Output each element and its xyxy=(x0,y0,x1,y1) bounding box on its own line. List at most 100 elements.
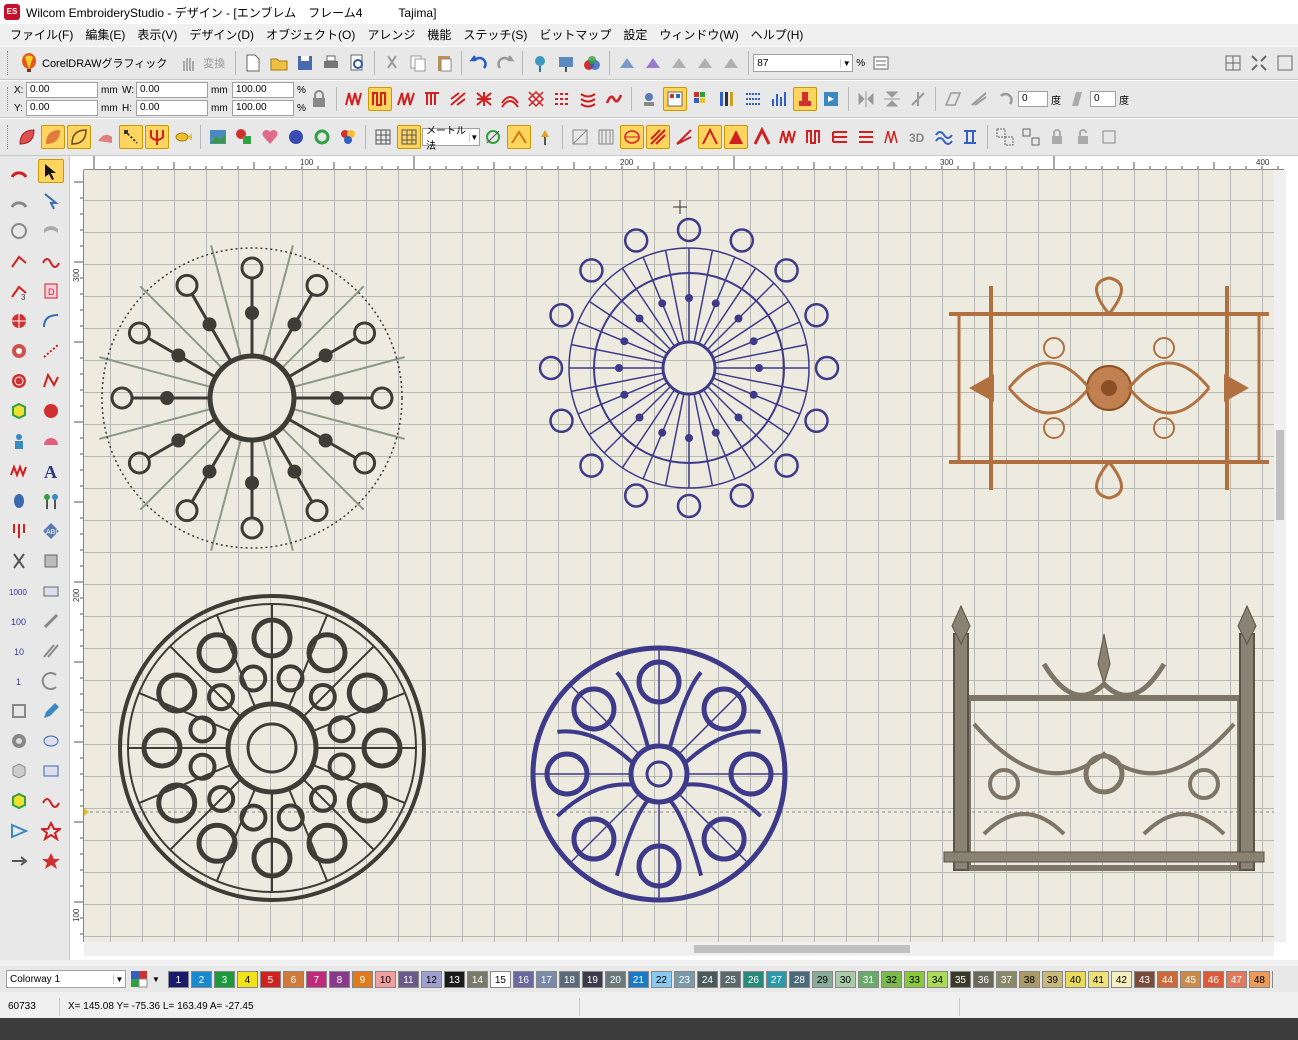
leaf-shape-icon[interactable] xyxy=(15,125,39,149)
color-swatch[interactable]: 15 xyxy=(489,970,511,988)
skew-icon[interactable] xyxy=(941,87,965,111)
embroidery-design-area[interactable] xyxy=(84,170,1274,942)
color-swatch[interactable]: 34 xyxy=(926,970,948,988)
sequence-icon[interactable] xyxy=(741,87,765,111)
window-full-icon[interactable] xyxy=(1273,51,1297,75)
arc-tool-icon[interactable] xyxy=(6,159,32,183)
color-swatch[interactable]: 27 xyxy=(765,970,787,988)
color-swatch[interactable]: 21 xyxy=(627,970,649,988)
toolbar-grip[interactable] xyxy=(7,125,11,149)
color-swatch[interactable]: 19 xyxy=(581,970,603,988)
circle-tool-icon[interactable] xyxy=(6,729,32,753)
menu-stitch[interactable]: ステッチ(S) xyxy=(457,25,533,45)
applique-icon[interactable] xyxy=(38,549,64,573)
redo-icon[interactable] xyxy=(493,51,517,75)
wave-tool-icon[interactable] xyxy=(38,249,64,273)
color-swatch[interactable]: 23 xyxy=(673,970,695,988)
dot-line-icon[interactable] xyxy=(38,339,64,363)
frame-tool-icon[interactable] xyxy=(6,699,32,723)
color-swatch[interactable]: 42 xyxy=(1110,970,1132,988)
polyline-tool-icon[interactable] xyxy=(38,369,64,393)
menu-help[interactable]: ヘルプ(H) xyxy=(745,25,810,45)
copy-icon[interactable] xyxy=(406,51,430,75)
object-props-icon[interactable] xyxy=(637,87,661,111)
color-blend-icon[interactable] xyxy=(580,51,604,75)
3d-icon[interactable]: 3D xyxy=(906,125,930,149)
stitch-player-icon[interactable] xyxy=(528,51,552,75)
triangle-tool-icon[interactable] xyxy=(6,819,32,843)
fill-pattern-2-icon[interactable] xyxy=(594,125,618,149)
medallion-navy-scrollwork[interactable] xyxy=(530,645,788,903)
color-swatch[interactable]: 35 xyxy=(949,970,971,988)
window-fit-icon[interactable] xyxy=(1247,51,1271,75)
color-swatch[interactable]: 2 xyxy=(190,970,212,988)
menu-window[interactable]: ウィンドウ(W) xyxy=(653,25,744,45)
y-field[interactable]: 0.00 xyxy=(26,100,98,116)
pencil-tool-icon[interactable] xyxy=(38,699,64,723)
grid-icon[interactable] xyxy=(371,125,395,149)
color-swatch[interactable]: 44 xyxy=(1156,970,1178,988)
color-swatch[interactable]: 22 xyxy=(650,970,672,988)
reshape-tool-icon[interactable] xyxy=(38,189,64,213)
fill-pattern-5-icon[interactable] xyxy=(672,125,696,149)
fill-pattern-8-icon[interactable] xyxy=(750,125,774,149)
color-swatch[interactable]: 40 xyxy=(1064,970,1086,988)
fill-pattern-13-icon[interactable] xyxy=(880,125,904,149)
rotate-icon[interactable] xyxy=(906,87,930,111)
group-icon[interactable] xyxy=(993,125,1017,149)
color-swatch[interactable]: 46 xyxy=(1202,970,1224,988)
ellipse-tool-icon[interactable] xyxy=(38,729,64,753)
guide-marker-icon[interactable] xyxy=(84,808,89,816)
parallel-lines-icon[interactable] xyxy=(38,639,64,663)
wave-icon[interactable] xyxy=(932,125,956,149)
fill-shape-icon[interactable] xyxy=(41,125,65,149)
medallion-dark-scrollwork[interactable] xyxy=(118,594,426,902)
catalog-icon[interactable] xyxy=(819,87,843,111)
color-swatch[interactable]: 26 xyxy=(742,970,764,988)
column-icon[interactable] xyxy=(958,125,982,149)
color-swatch[interactable]: 20 xyxy=(604,970,626,988)
stitch-pattern-5-icon[interactable] xyxy=(446,87,470,111)
grid-snap-icon[interactable] xyxy=(397,125,421,149)
x-field[interactable]: 0.00 xyxy=(26,82,98,98)
design-tool-5-icon[interactable] xyxy=(719,51,743,75)
filled-circle-icon[interactable] xyxy=(38,399,64,423)
window-tile-icon[interactable] xyxy=(1221,51,1245,75)
print-icon[interactable] xyxy=(319,51,343,75)
line-tool-icon[interactable] xyxy=(6,249,32,273)
color-swatch[interactable]: 32 xyxy=(880,970,902,988)
count-10-icon[interactable]: 10 xyxy=(6,639,32,663)
star-filled-icon[interactable] xyxy=(38,849,64,873)
color-swatch[interactable]: 30 xyxy=(834,970,856,988)
fill-pattern-9-icon[interactable] xyxy=(776,125,800,149)
rotate-ccw-icon[interactable] xyxy=(993,87,1017,111)
abc-tool-icon[interactable]: ABC xyxy=(38,519,64,543)
fork-tool-icon[interactable] xyxy=(6,519,32,543)
unlock-object-icon[interactable] xyxy=(1071,125,1095,149)
skew-2-icon[interactable] xyxy=(967,87,991,111)
save-icon[interactable] xyxy=(293,51,317,75)
blob-tool-icon[interactable] xyxy=(6,219,32,243)
color-swatch[interactable]: 4 xyxy=(236,970,258,988)
slant-icon[interactable] xyxy=(1065,87,1089,111)
palette-dropdown-icon[interactable]: ▼ xyxy=(152,975,160,984)
zoom-combo[interactable]: 87 ▼ xyxy=(753,54,854,72)
cut-icon[interactable] xyxy=(380,51,404,75)
fill-pattern-1-icon[interactable] xyxy=(568,125,592,149)
fill-pattern-6-icon[interactable] xyxy=(698,125,722,149)
color-swatch[interactable]: 12 xyxy=(420,970,442,988)
rectangle-tool-icon[interactable] xyxy=(38,579,64,603)
lock-icon[interactable] xyxy=(307,87,331,111)
hex-tool-icon[interactable] xyxy=(6,759,32,783)
slant-angle-field[interactable]: 0 xyxy=(1090,91,1116,107)
color-swatch[interactable]: 33 xyxy=(903,970,925,988)
arrow-tool-icon[interactable] xyxy=(6,849,32,873)
line-3-tool-icon[interactable]: 3 xyxy=(6,279,32,303)
print-preview-icon[interactable] xyxy=(345,51,369,75)
color-swatch[interactable]: 36 xyxy=(972,970,994,988)
fill-pattern-11-icon[interactable] xyxy=(828,125,852,149)
color-swatch[interactable]: 14 xyxy=(466,970,488,988)
coreldraw-button[interactable]: CorelDRAWグラフィック xyxy=(14,50,173,76)
measure-select[interactable]: メートル法 ▼ xyxy=(422,126,480,152)
monogram-icon[interactable] xyxy=(38,489,64,513)
